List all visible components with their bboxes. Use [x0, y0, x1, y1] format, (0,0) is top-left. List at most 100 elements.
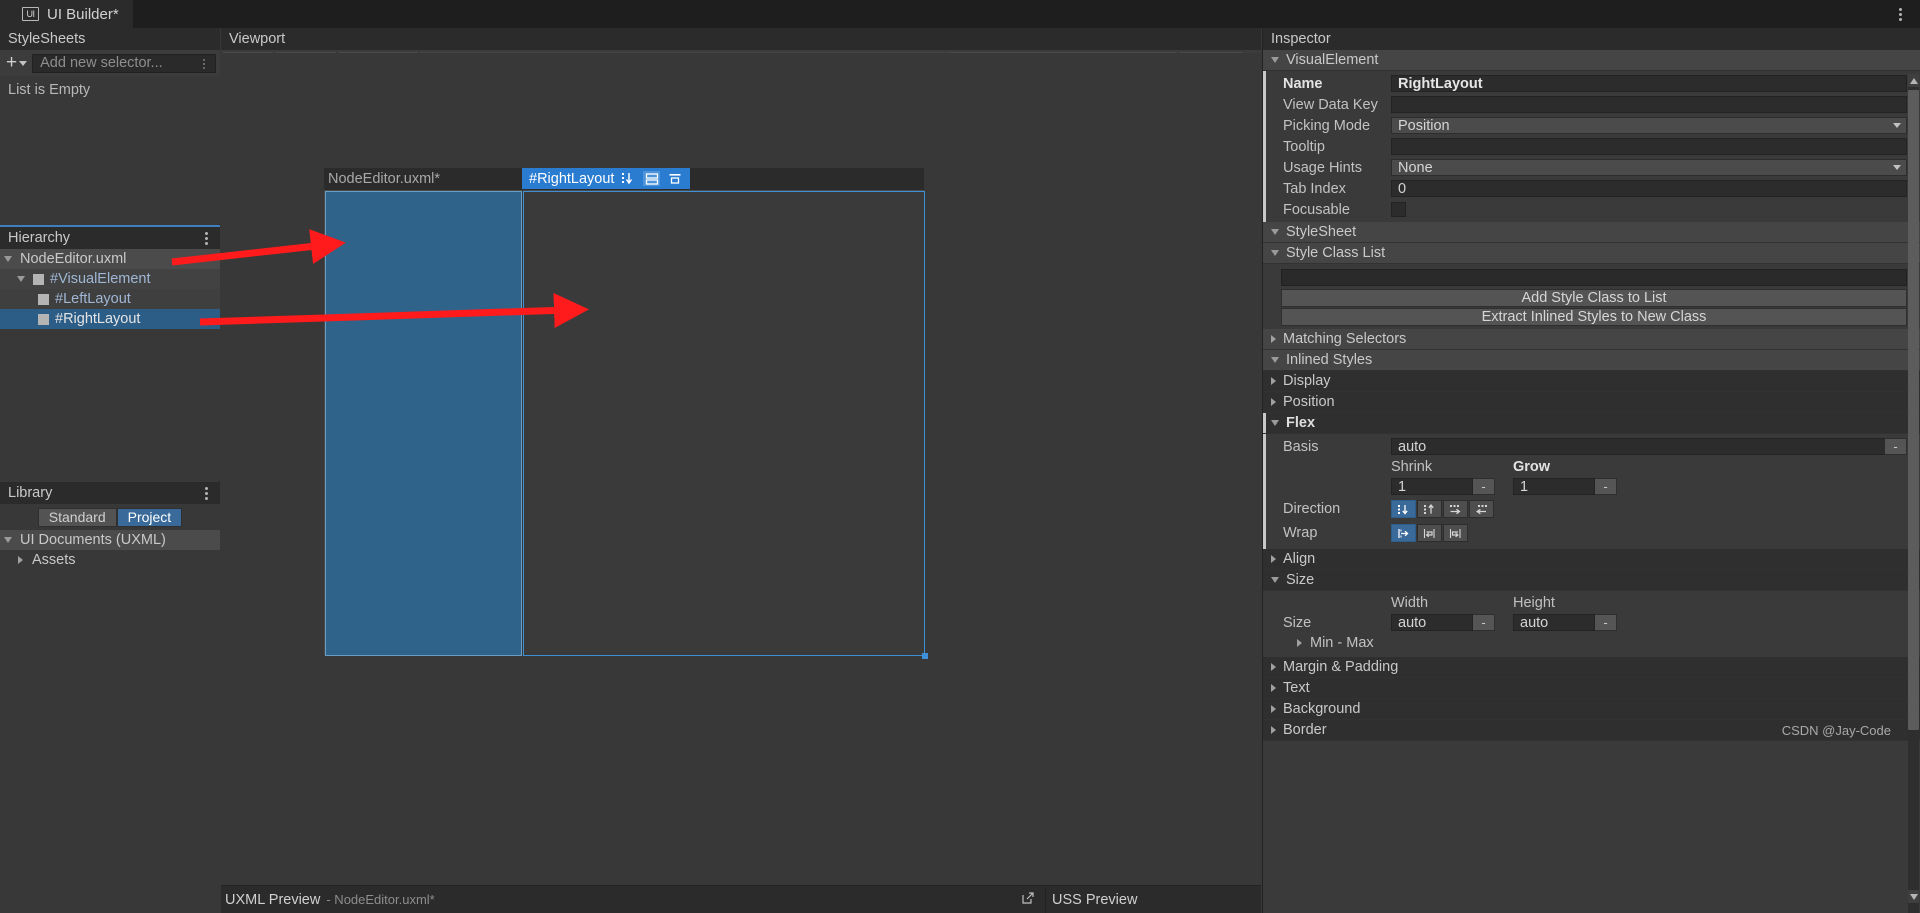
tab-standard[interactable]: Standard — [37, 507, 117, 527]
foldout-position[interactable]: Position — [1263, 392, 1920, 413]
flex-column-reverse-icon[interactable] — [1417, 500, 1442, 518]
flex-basis-input[interactable]: auto — [1391, 438, 1885, 455]
usage-hints-dropdown[interactable]: None — [1391, 159, 1907, 176]
library-options-kebab-icon[interactable] — [198, 482, 214, 504]
flex-grow-field[interactable]: 1 - — [1513, 478, 1617, 495]
chevron-down-icon — [1893, 123, 1901, 128]
expand-triangle-icon[interactable] — [1271, 229, 1279, 235]
expand-triangle-icon[interactable] — [1271, 357, 1279, 363]
tooltip-input[interactable] — [1391, 138, 1907, 155]
foldout-style-class-list[interactable]: Style Class List — [1263, 243, 1920, 264]
stylesheets-empty-label: List is Empty — [8, 82, 91, 98]
hierarchy-row-rightlayout[interactable]: #RightLayout — [0, 309, 220, 329]
flex-grow-unit-button[interactable]: - — [1595, 478, 1617, 495]
expand-triangle-icon[interactable] — [1271, 57, 1279, 63]
collapse-triangle-icon[interactable] — [1271, 377, 1276, 385]
width-input[interactable]: auto — [1391, 614, 1473, 631]
hierarchy-options-kebab-icon[interactable] — [198, 227, 214, 249]
flex-basis-unit-button[interactable]: - — [1885, 438, 1907, 455]
style-class-input[interactable] — [1281, 269, 1907, 286]
wrap-reverse-icon[interactable] — [1443, 524, 1468, 542]
picking-mode-dropdown[interactable]: Position — [1391, 117, 1907, 134]
collapse-triangle-icon[interactable] — [1271, 335, 1276, 343]
canvas-element-leftlayout[interactable] — [325, 191, 522, 656]
flex-column-icon[interactable] — [1391, 500, 1416, 518]
flex-shrink-unit-button[interactable]: - — [1473, 478, 1495, 495]
nowrap-icon[interactable] — [1391, 524, 1416, 542]
hierarchy-header: Hierarchy — [0, 227, 220, 249]
foldout-inlined-styles[interactable]: Inlined Styles — [1263, 350, 1920, 371]
height-unit-button[interactable]: - — [1595, 614, 1617, 631]
expand-triangle-icon[interactable] — [4, 256, 12, 262]
uss-preview-section[interactable]: USS Preview — [1046, 886, 1261, 913]
size-height-field[interactable]: auto - — [1513, 614, 1617, 631]
min-max-foldout[interactable]: Min - Max — [1263, 633, 1920, 653]
canvas-document[interactable] — [324, 190, 928, 659]
flex-row-icon[interactable] — [1443, 500, 1468, 518]
collapse-triangle-icon[interactable] — [1271, 726, 1276, 734]
uxml-preview-section[interactable]: UXML Preview - NodeEditor.uxml* — [221, 885, 1046, 913]
inspector-scrollbar-thumb[interactable] — [1908, 90, 1919, 730]
expand-triangle-icon[interactable] — [17, 276, 25, 282]
tab-index-input[interactable]: 0 — [1391, 180, 1907, 197]
flex-grow-input[interactable]: 1 — [1513, 478, 1595, 495]
add-stylesheet-button[interactable]: + — [4, 53, 29, 73]
scroll-up-arrow-icon[interactable] — [1908, 74, 1919, 87]
size-width-field[interactable]: auto - — [1391, 614, 1495, 631]
foldout-stylesheet[interactable]: StyleSheet — [1263, 222, 1920, 243]
collapse-triangle-icon[interactable] — [1271, 555, 1276, 563]
canvas-area[interactable]: NodeEditor.uxml* #RightLayout — [221, 53, 1261, 885]
canvas-element-rightlayout[interactable] — [523, 191, 925, 656]
library-item-assets[interactable]: Assets — [0, 550, 220, 570]
view-data-key-input[interactable] — [1391, 96, 1907, 113]
scroll-down-arrow-icon[interactable] — [1908, 890, 1919, 903]
collapse-triangle-icon[interactable] — [18, 556, 23, 564]
flex-direction-column-icon[interactable] — [620, 171, 637, 186]
window-tab-ui-builder[interactable]: UI UI Builder* — [0, 0, 133, 28]
hierarchy-row-leftlayout[interactable]: #LeftLayout — [0, 289, 220, 309]
foldout-text[interactable]: Text — [1263, 678, 1920, 699]
library-group-ui-documents[interactable]: UI Documents (UXML) — [0, 530, 220, 550]
foldout-margin-padding[interactable]: Margin & Padding — [1263, 657, 1920, 678]
foldout-align[interactable]: Align — [1263, 549, 1920, 570]
tab-project[interactable]: Project — [116, 507, 183, 527]
selection-handle-bottom-right[interactable] — [922, 653, 928, 659]
collapse-triangle-icon[interactable] — [1271, 663, 1276, 671]
collapse-triangle-icon[interactable] — [1297, 639, 1302, 647]
extract-inlined-styles-button[interactable]: Extract Inlined Styles to New Class — [1281, 308, 1907, 326]
foldout-display[interactable]: Display — [1263, 371, 1920, 392]
foldout-matching-selectors[interactable]: Matching Selectors — [1263, 329, 1920, 350]
window-options-kebab-icon[interactable] — [1892, 3, 1908, 25]
width-unit-button[interactable]: - — [1473, 614, 1495, 631]
add-style-class-button[interactable]: Add Style Class to List — [1281, 289, 1907, 307]
flex-wrap-row: Wrap — [1263, 521, 1920, 545]
popout-icon[interactable] — [1021, 891, 1035, 909]
focusable-checkbox[interactable] — [1391, 202, 1406, 217]
canvas-selection-badge[interactable]: #RightLayout — [522, 168, 691, 189]
expand-triangle-icon[interactable] — [1271, 420, 1279, 426]
hierarchy-row-visualelement[interactable]: #VisualElement — [0, 269, 220, 289]
align-start-icon[interactable] — [666, 171, 683, 186]
flex-shrink-field[interactable]: 1 - — [1391, 478, 1495, 495]
add-new-selector-input[interactable]: Add new selector... — [32, 53, 216, 73]
hierarchy-row-nodeeditor[interactable]: NodeEditor.uxml — [0, 249, 220, 269]
flex-row-reverse-icon[interactable] — [1469, 500, 1494, 518]
foldout-size[interactable]: Size — [1263, 570, 1920, 591]
expand-triangle-icon[interactable] — [4, 537, 12, 543]
foldout-visualelement[interactable]: VisualElement — [1263, 50, 1920, 71]
name-input[interactable]: RightLayout — [1391, 75, 1907, 92]
expand-triangle-icon[interactable] — [1271, 250, 1279, 256]
expand-triangle-icon[interactable] — [1271, 577, 1279, 583]
collapse-triangle-icon[interactable] — [1271, 398, 1276, 406]
inspector-title: Inspector — [1271, 31, 1331, 47]
selector-options-icon[interactable] — [203, 56, 205, 73]
flex-shrink-input[interactable]: 1 — [1391, 478, 1473, 495]
foldout-background[interactable]: Background — [1263, 699, 1920, 720]
height-input[interactable]: auto — [1513, 614, 1595, 631]
collapse-triangle-icon[interactable] — [1271, 684, 1276, 692]
collapse-triangle-icon[interactable] — [1271, 705, 1276, 713]
foldout-flex[interactable]: Flex — [1263, 413, 1920, 434]
align-stretch-icon[interactable] — [643, 171, 661, 186]
foldout-border[interactable]: Border CSDN @Jay-Code — [1263, 720, 1920, 741]
wrap-icon[interactable] — [1417, 524, 1442, 542]
